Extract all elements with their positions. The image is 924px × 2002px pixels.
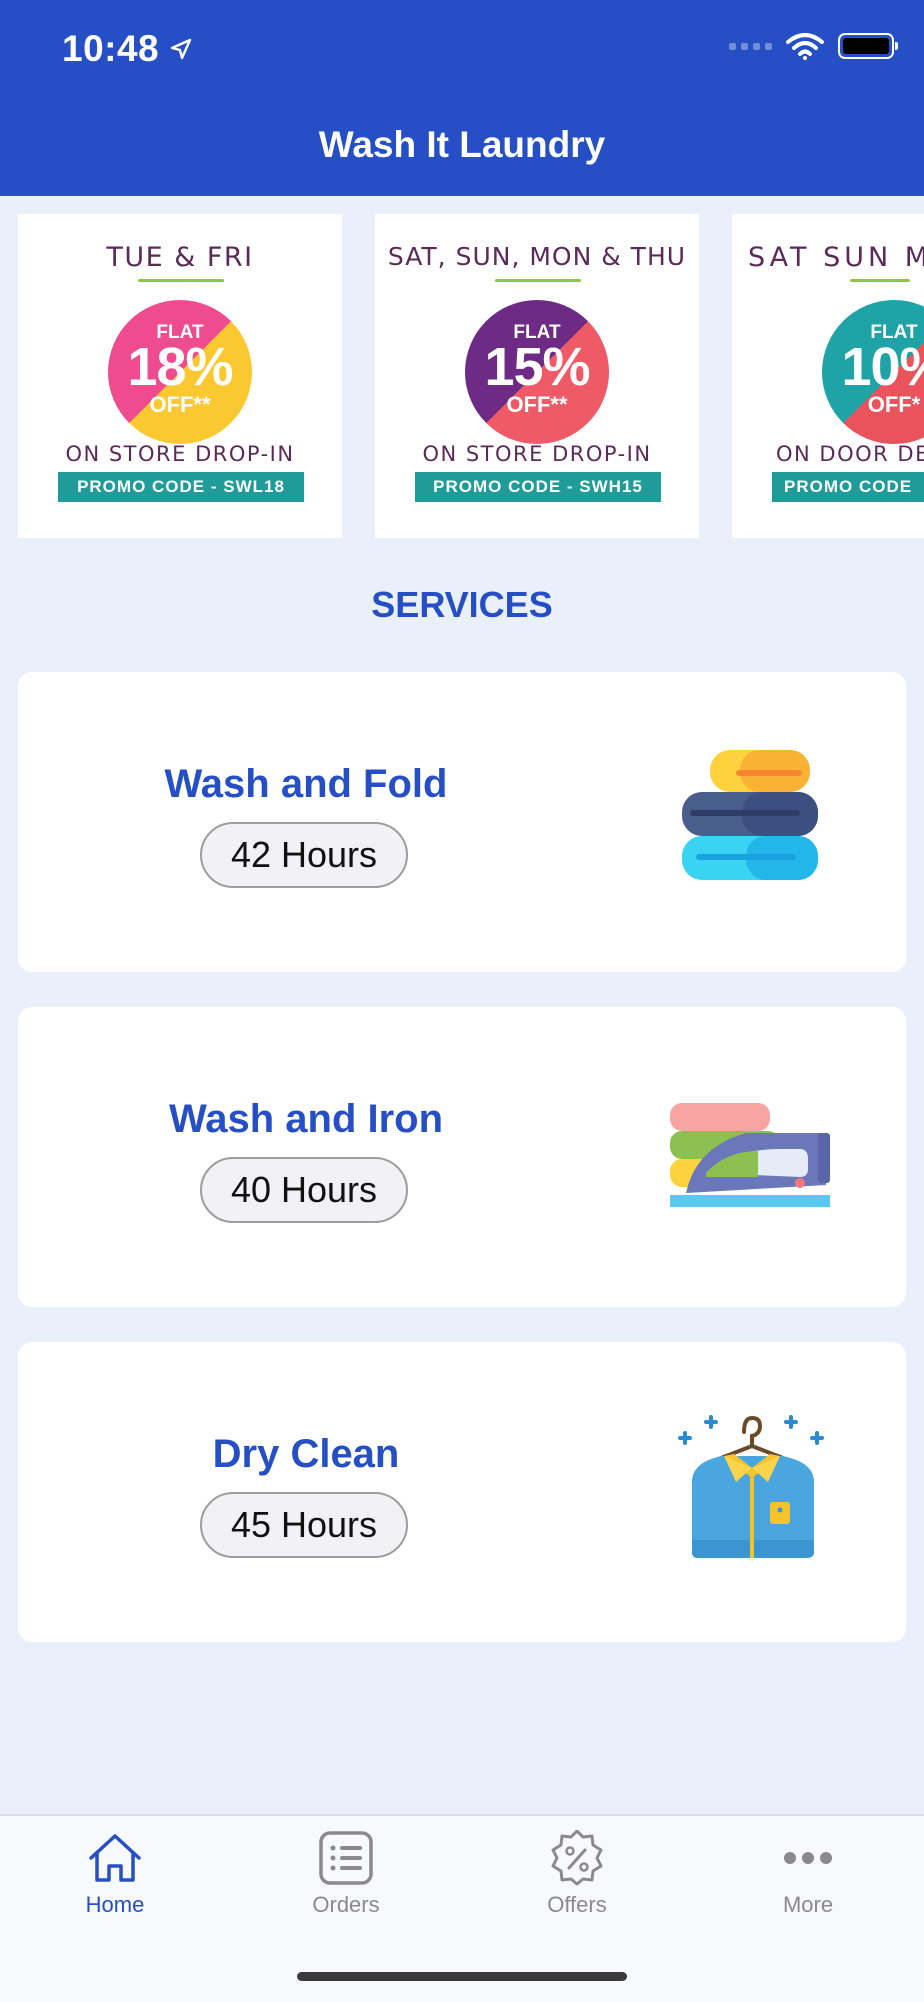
promo-code: PROMO CODE - SWH15 [415,472,661,502]
cellular-signal-icon [729,42,772,50]
promo-card-tue-fri[interactable]: TUE & FRI FLAT 18% OFF** ON STORE DROP-I… [18,214,342,538]
service-hours-badge: 42 Hours [200,822,408,888]
promo-code: PROMO CODE - SWL18 [58,472,304,502]
promo-card-sat-sun-mon-thu[interactable]: SAT, SUN, MON & THU FLAT 15% OFF** ON ST… [375,214,699,538]
service-hours-badge: 40 Hours [200,1157,408,1223]
promo-subtitle: ON STORE DROP-IN [422,442,652,466]
promo-discount-badge: FLAT 18% OFF** [108,300,252,444]
home-icon [89,1834,141,1882]
promo-subtitle: ON DOOR DE [776,442,924,466]
offer-badge-icon [551,1830,603,1886]
tab-offers[interactable]: Offers [497,1830,657,1918]
tab-more-label: More [782,1892,834,1917]
service-card-wash-fold[interactable]: Wash and Fold 42 Hours [18,672,906,972]
iron-icon [670,1103,830,1207]
promo-discount-badge: FLAT 10% OFF* [822,300,924,444]
promo-days: SAT, SUN, MON & THU [387,242,687,271]
tab-orders-label: Orders [312,1892,380,1917]
promo-days: TUE & FRI [106,242,254,273]
location-arrow-icon [170,38,192,60]
promo-code: PROMO CODE [772,472,924,502]
wifi-icon [786,33,824,60]
promo-percent: 10% [841,337,924,397]
service-card-dry-clean[interactable]: Dry Clean 45 Hours [18,1342,906,1642]
status-time: 10:48 [62,28,193,70]
promo-discount-badge: FLAT 15% OFF** [465,300,609,444]
app-header: 10:48 Wash It Laundry [0,0,924,196]
home-indicator[interactable] [297,1972,627,1981]
promo-off-label: OFF** [149,392,211,417]
folded-clothes-icon [682,750,818,880]
promo-off-label: OFF** [506,392,568,417]
promo-underline [495,279,581,282]
service-card-wash-iron[interactable]: Wash and Iron 40 Hours [18,1007,906,1307]
promo-card-door-delivery[interactable]: SAT SUN MO FLAT 10% OFF* ON DOOR DE PROM… [732,214,924,538]
battery-icon [838,33,898,59]
tab-home[interactable]: Home [35,1830,195,1918]
promo-off-label: OFF* [867,392,921,417]
service-hours-badge: 45 Hours [200,1492,408,1558]
shirt-hanger-icon [678,1415,824,1558]
list-icon [319,1831,373,1885]
clock-label: 10:48 [62,28,160,69]
status-indicators [729,32,898,60]
tab-more[interactable]: More [728,1830,888,1918]
tab-offers-label: Offers [547,1892,607,1917]
more-icon [784,1852,832,1864]
promo-percent: 18% [127,337,233,397]
services-heading: SERVICES [371,584,553,625]
service-name: Dry Clean [212,1432,400,1476]
app-title: Wash It Laundry [318,124,606,165]
service-name: Wash and Iron [168,1097,444,1141]
service-name: Wash and Fold [164,762,448,806]
promo-percent: 15% [484,337,590,397]
promo-underline [850,279,910,282]
promo-subtitle: ON STORE DROP-IN [65,442,295,466]
promo-underline [138,279,224,282]
tab-home-label: Home [85,1892,145,1917]
tab-orders[interactable]: Orders [266,1830,426,1918]
promo-days: SAT SUN MO [748,242,924,273]
